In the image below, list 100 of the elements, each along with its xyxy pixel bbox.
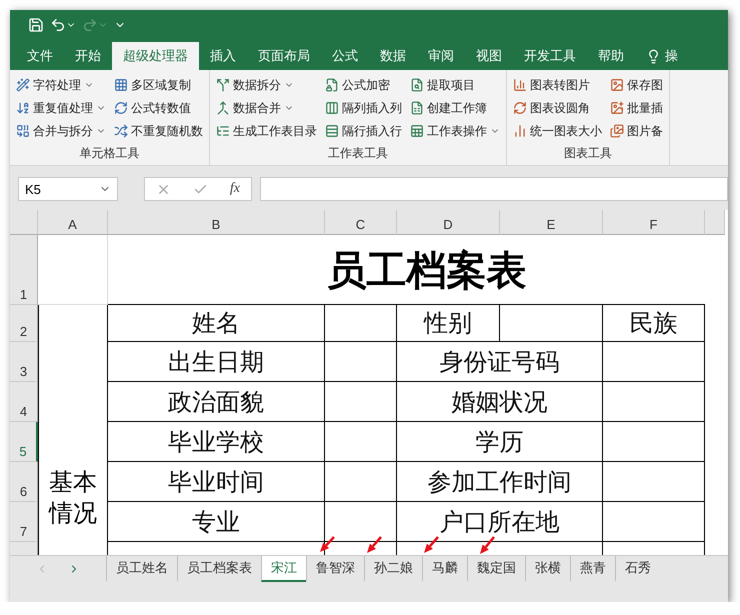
row-header[interactable]: 3: [10, 342, 38, 382]
column-header[interactable]: [705, 210, 725, 235]
ribbon-button[interactable]: 不重复随机数: [112, 120, 205, 142]
save-icon[interactable]: [28, 17, 44, 33]
sheet-tab[interactable]: 员工姓名: [106, 556, 177, 582]
ribbon-button[interactable]: 图表设圆角: [511, 97, 604, 119]
annotation-arrow: [480, 536, 495, 554]
name-box[interactable]: K5: [18, 177, 118, 201]
row-header[interactable]: 7: [10, 502, 38, 542]
sheet-tab[interactable]: 孙二娘: [364, 556, 422, 582]
annotation-arrow: [367, 536, 382, 553]
images-icon: [610, 124, 624, 138]
select-all-corner[interactable]: [10, 210, 38, 235]
table-cell: [325, 305, 397, 342]
sheet-title: 员工档案表: [108, 235, 705, 305]
ribbon-button[interactable]: 字符处理: [14, 74, 108, 96]
ribbon-tab[interactable]: 公式: [321, 42, 369, 70]
column-header[interactable]: E: [500, 210, 603, 235]
ribbon-tab[interactable]: 数据: [369, 42, 417, 70]
lightbulb-icon: [646, 48, 661, 64]
table-cell: 毕业学校: [108, 422, 325, 462]
table-cell: 政治面貌: [108, 382, 325, 422]
ribbon-button[interactable]: 统一图表大小: [511, 120, 604, 142]
ribbon-button[interactable]: 保存图: [608, 74, 665, 96]
table-cell: [38, 235, 108, 305]
row-header[interactable]: 4: [10, 382, 38, 422]
row-header[interactable]: 5: [10, 422, 38, 462]
table-cell: 性别: [397, 305, 500, 342]
sheet-tab[interactable]: 张横: [525, 556, 570, 582]
ribbon-button[interactable]: 提取项目: [408, 74, 502, 96]
sheet-tab[interactable]: 燕青: [570, 556, 615, 582]
formula-input[interactable]: [260, 177, 728, 201]
ribbon-tab[interactable]: 文件: [16, 42, 64, 70]
ribbon-button[interactable]: 隔行插入行: [323, 120, 404, 142]
sheet-tab[interactable]: 宋江: [261, 556, 306, 582]
table-cell: [325, 342, 397, 382]
table-cell: 户口所在地: [397, 502, 603, 542]
row-header[interactable]: 1: [10, 235, 38, 305]
table-cell: 民族: [603, 305, 705, 342]
ribbon-button[interactable]: 多区域复制: [112, 74, 205, 96]
column-header[interactable]: F: [603, 210, 705, 235]
ribbon-tab[interactable]: 审阅: [417, 42, 465, 70]
undo-icon[interactable]: [50, 17, 76, 33]
ribbon-button[interactable]: 合并与拆分: [14, 120, 108, 142]
ribbon-button[interactable]: 数据拆分: [214, 74, 319, 96]
row-header[interactable]: 6: [10, 462, 38, 502]
bar-chart-icon: [513, 78, 527, 92]
column-header[interactable]: D: [397, 210, 500, 235]
ribbon-button[interactable]: 批量插: [608, 97, 665, 119]
table-cell: 专业: [108, 502, 325, 542]
column-header[interactable]: C: [325, 210, 397, 235]
annotation-arrow: [424, 536, 439, 553]
table-cell: 毕业时间: [108, 462, 325, 502]
sheet-tab[interactable]: 魏定国: [467, 556, 525, 582]
table-cell: 姓名: [108, 305, 325, 342]
file-lock-icon: [325, 78, 339, 92]
merge-boxes-icon: [16, 124, 30, 138]
ribbon-tab[interactable]: 页面布局: [247, 42, 321, 70]
spreadsheet-icon: [410, 101, 424, 115]
ribbon-tab[interactable]: 开发工具: [513, 42, 587, 70]
image-plus-icon: [610, 101, 624, 115]
table-cell: 身份证号码: [397, 342, 603, 382]
ribbon-button[interactable]: 隔列插入列: [323, 97, 404, 119]
refresh-icon: [114, 101, 128, 115]
columns-icon: [325, 101, 339, 115]
refresh-icon: [513, 101, 527, 115]
split-icon: [216, 78, 230, 92]
bar-chart-icon: [513, 124, 527, 138]
table-cell: 出生日期: [108, 342, 325, 382]
ribbon-button[interactable]: 图片备: [608, 120, 665, 142]
ribbon-button[interactable]: 创建工作簿: [408, 97, 502, 119]
row-header[interactable]: 2: [10, 305, 38, 342]
ribbon-tab[interactable]: 插入: [199, 42, 247, 70]
ribbon-tab[interactable]: 开始: [64, 42, 112, 70]
table-cell: 学历: [397, 422, 603, 462]
sort-letters-icon: [16, 101, 30, 115]
sheet-tab[interactable]: 马麟: [422, 556, 467, 582]
annotation-arrow: [320, 536, 335, 552]
ribbon-button[interactable]: 图表转图片: [511, 74, 604, 96]
ribbon-button[interactable]: 数据合并: [214, 97, 319, 119]
redo-icon[interactable]: [82, 17, 108, 33]
ribbon-button[interactable]: 重复值处理: [14, 97, 108, 119]
ribbon-tab[interactable]: 帮助: [587, 42, 635, 70]
sheet-tab[interactable]: 鲁智深: [306, 556, 364, 582]
ribbon-button[interactable]: 生成工作表目录: [214, 120, 319, 142]
ribbon-button[interactable]: 公式转数值: [112, 97, 205, 119]
table-cell: [325, 382, 397, 422]
table-cell: [325, 462, 397, 502]
column-header[interactable]: B: [108, 210, 325, 235]
ribbon-tab[interactable]: 超级处理器: [112, 42, 199, 70]
column-header[interactable]: A: [38, 210, 108, 235]
ribbon-button[interactable]: 公式加密: [323, 74, 404, 96]
file-search-icon: [410, 78, 424, 92]
ribbon-button[interactable]: 工作表操作: [408, 120, 502, 142]
merge-arrows-icon: [216, 101, 230, 115]
ribbon-tab[interactable]: 操: [635, 42, 689, 70]
group-title: 工作表工具: [327, 145, 389, 162]
insert-function-button[interactable]: fx: [230, 181, 240, 197]
sheet-tab[interactable]: 石秀: [615, 556, 660, 582]
ribbon-tab[interactable]: 视图: [465, 42, 513, 70]
